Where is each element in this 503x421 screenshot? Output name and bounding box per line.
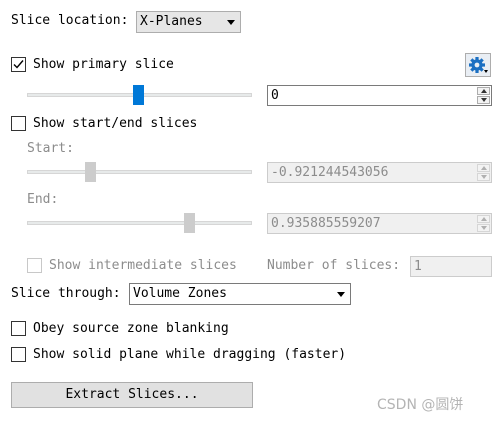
settings-button[interactable] [465,53,491,77]
start-end-checkbox[interactable] [11,116,26,131]
chevron-down-icon [337,292,345,297]
start-slice-value: -0.921244543056 [271,165,389,180]
end-slice-value: 0.935885559207 [271,216,381,231]
end-slice-track [27,221,252,225]
end-label: End: [27,192,59,207]
chevron-down-icon [227,20,235,25]
number-of-slices-field[interactable]: 1 [410,256,492,277]
intermediate-slices-checkbox[interactable] [27,258,42,273]
check-icon [13,60,24,69]
solid-plane-checkbox[interactable] [11,347,26,362]
intermediate-slices-label: Show intermediate slices [49,258,237,273]
slice-location-dropdown[interactable]: X-Planes [136,11,241,33]
start-slice-slider[interactable] [85,162,96,182]
primary-slice-slider[interactable] [133,85,144,105]
end-slice-slider[interactable] [184,213,195,233]
spin-up-button[interactable] [477,215,490,223]
primary-slice-label: Show primary slice [33,57,174,72]
start-end-label: Show start/end slices [33,116,198,131]
slice-through-label: Slice through: [11,286,121,301]
gear-icon [469,57,488,73]
watermark: CSDN @圆饼 [377,397,464,413]
number-of-slices-label: Number of slices: [267,258,401,273]
obey-blanking-label: Obey source zone blanking [33,321,229,336]
start-slice-spinbox[interactable]: -0.921244543056 [267,162,492,183]
start-label: Start: [27,141,74,156]
extract-slices-button[interactable]: Extract Slices... [11,382,253,408]
slice-location-label: Slice location: [11,13,129,28]
primary-slice-value: 0 [271,88,279,103]
end-slice-spinbox[interactable]: 0.935885559207 [267,213,492,234]
spin-down-button[interactable] [477,224,490,232]
slice-through-dropdown[interactable]: Volume Zones [129,283,351,305]
obey-blanking-checkbox[interactable] [11,321,26,336]
spin-up-button[interactable] [477,87,490,95]
slice-through-value: Volume Zones [133,286,227,301]
spin-down-button[interactable] [477,173,490,181]
number-of-slices-value: 1 [414,259,422,274]
spin-down-button[interactable] [477,96,490,104]
spin-up-button[interactable] [477,164,490,172]
solid-plane-label: Show solid plane while dragging (faster) [33,347,347,362]
slice-location-value: X-Planes [140,14,203,29]
primary-slice-checkbox[interactable] [11,57,26,72]
primary-slice-spinbox[interactable]: 0 [267,85,492,106]
start-slice-track [27,170,252,174]
